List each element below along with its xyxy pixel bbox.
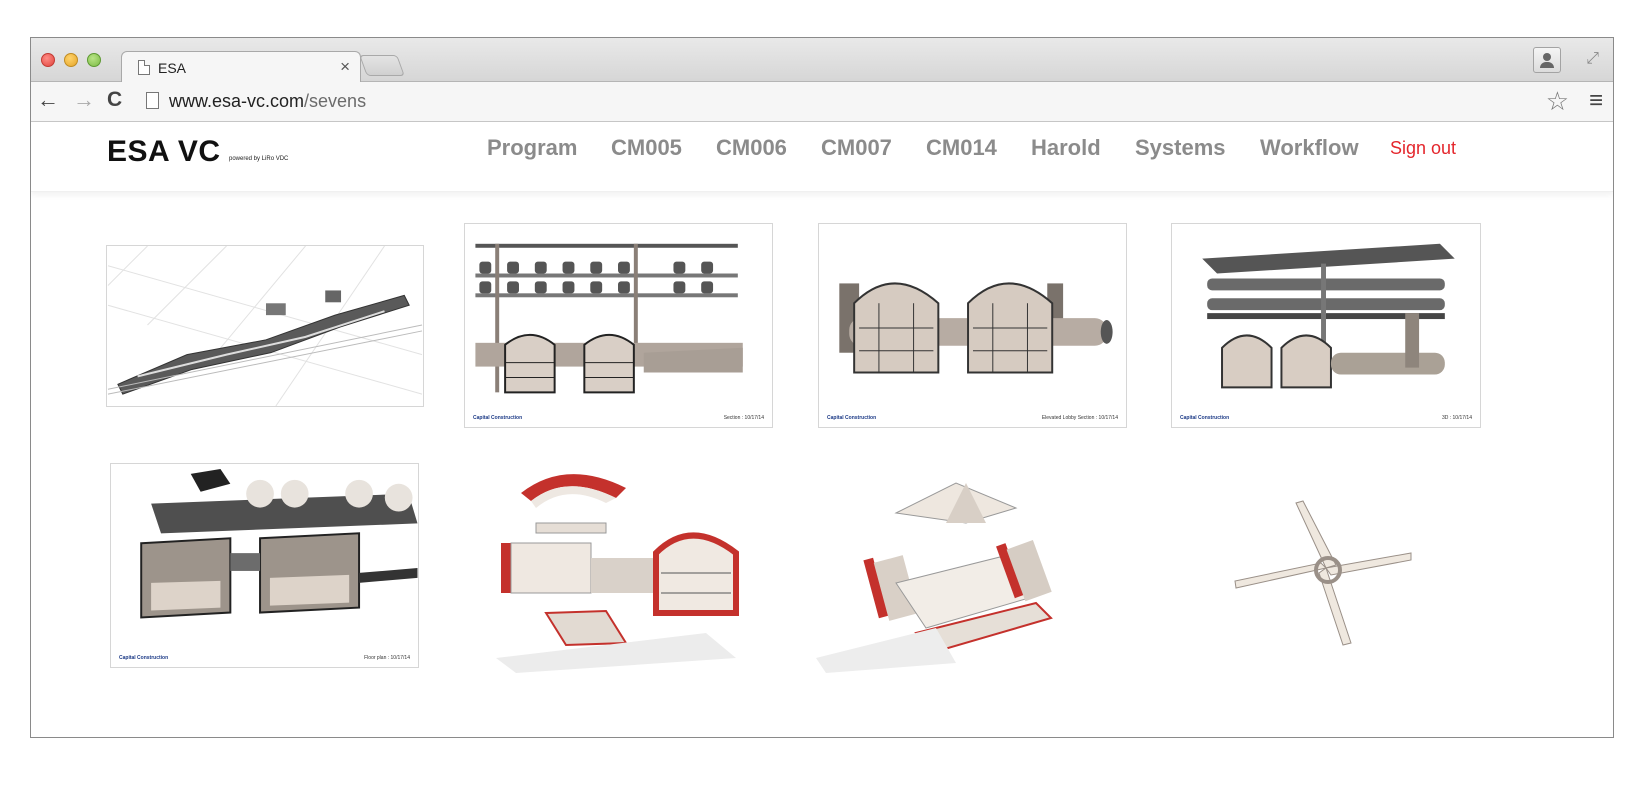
sheet-caption: Section : 10/17/14 <box>723 415 764 421</box>
gallery-thumb-section[interactable]: Capital Construction Section : 10/17/14 <box>464 223 773 428</box>
tab-strip: ESA × ⤢ <box>31 38 1613 83</box>
nav-cm014[interactable]: CM014 <box>926 135 997 161</box>
nav-cm007[interactable]: CM007 <box>821 135 892 161</box>
back-icon[interactable]: ← <box>37 88 59 112</box>
zoom-window-button[interactable] <box>87 53 101 67</box>
gallery-thumb-floorplan[interactable]: Capital Construction Floor plan : 10/17/… <box>110 463 419 668</box>
nav-workflow[interactable]: Workflow <box>1260 135 1359 161</box>
tab-title: ESA <box>158 60 187 76</box>
exploded-slab-model-image <box>816 482 1053 673</box>
gallery-thumb-aerial[interactable] <box>106 245 424 407</box>
sheet-brand: Capital Construction <box>827 415 877 421</box>
reload-icon[interactable]: C <box>107 88 122 112</box>
exploded-cavern-model-image <box>496 474 739 673</box>
forward-icon[interactable]: → <box>73 88 95 112</box>
browser-window: ESA × ⤢ ← → C www.esa-vc.com/sevens ☆ ≡ … <box>30 37 1614 738</box>
gallery-thumb-cross-bracing[interactable] <box>1221 493 1436 653</box>
sheet-brand: Capital Construction <box>1180 415 1230 421</box>
browser-tab[interactable]: ESA × <box>121 51 361 83</box>
url-path: /sevens <box>304 91 367 111</box>
sheet-brand: Capital Construction <box>119 655 169 661</box>
profile-icon[interactable] <box>1533 47 1561 73</box>
nav-cm006[interactable]: CM006 <box>716 135 787 161</box>
section-drawing-image <box>475 243 743 394</box>
sheet-caption: 3D : 10/17/14 <box>1441 415 1472 421</box>
floor-plan-drawing-image <box>140 468 418 619</box>
new-tab-button[interactable] <box>359 55 405 76</box>
sheet-caption: Floor plan : 10/17/14 <box>364 655 410 661</box>
gallery-thumb-exploded-cavern[interactable] <box>476 463 776 673</box>
sheet-caption: Elevated Lobby Section : 10/17/14 <box>1041 415 1118 421</box>
address-bar[interactable]: www.esa-vc.com/sevens <box>169 91 366 112</box>
gallery-thumb-3d[interactable]: Capital Construction 3D : 10/17/14 <box>1171 223 1481 428</box>
nav-harold[interactable]: Harold <box>1031 135 1101 161</box>
menu-icon[interactable]: ≡ <box>1589 87 1603 115</box>
sheet-brand: Capital Construction <box>473 415 523 421</box>
close-window-button[interactable] <box>41 53 55 67</box>
sign-out-link[interactable]: Sign out <box>1390 138 1456 159</box>
gallery-thumb-mezzanine[interactable]: Capital Construction Elevated Lobby Sect… <box>818 223 1127 428</box>
fullscreen-icon[interactable]: ⤢ <box>1586 50 1599 68</box>
nav-cm005[interactable]: CM005 <box>611 135 682 161</box>
browser-toolbar: ← → C www.esa-vc.com/sevens ☆ ≡ <box>31 82 1613 122</box>
nav-systems[interactable]: Systems <box>1135 135 1226 161</box>
site-header: ESA VC powered by LiRo VDC Program CM005… <box>31 122 1613 192</box>
aerial-drawing-image <box>107 246 423 406</box>
site-logo[interactable]: ESA VC <box>107 135 221 169</box>
gallery-thumb-exploded-slab[interactable] <box>816 463 1096 673</box>
bookmark-star-icon[interactable]: ☆ <box>1546 86 1569 117</box>
nav-program[interactable]: Program <box>487 135 577 161</box>
page-icon <box>138 60 150 75</box>
3d-section-drawing-image <box>1202 243 1455 389</box>
url-host: www.esa-vc.com <box>169 91 305 111</box>
logo-subtitle: powered by LiRo VDC <box>229 156 289 162</box>
cross-bracing-model-image <box>1234 500 1412 646</box>
page-icon <box>146 92 159 109</box>
mezzanine-drawing-image <box>839 282 1113 374</box>
minimize-window-button[interactable] <box>64 53 78 67</box>
close-tab-icon[interactable]: × <box>340 57 350 77</box>
